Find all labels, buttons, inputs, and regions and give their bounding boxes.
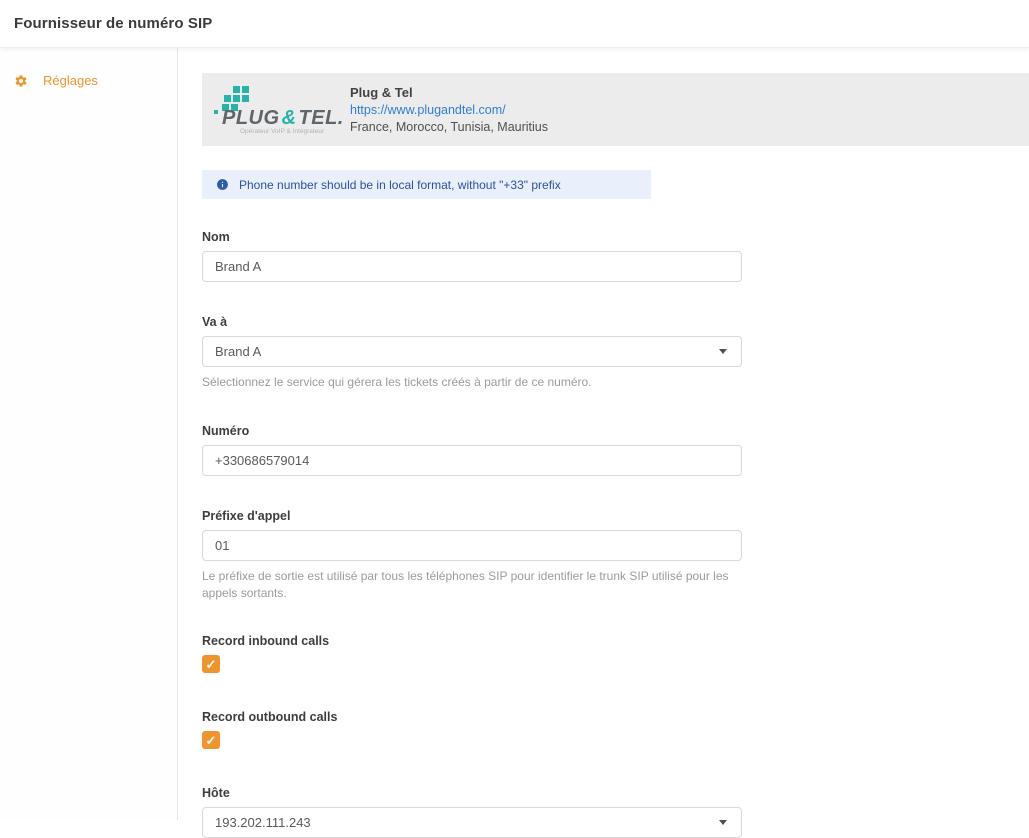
plug-and-tel-logo: PLUG&TEL. Opérateur VoIP & Intégrateur <box>210 82 342 138</box>
record-outbound-label: Record outbound calls <box>202 710 742 724</box>
logo-tagline: Opérateur VoIP & Intégrateur <box>240 128 325 135</box>
prefixe-helper-text: Le préfixe de sortie est utilisé par tou… <box>202 568 742 602</box>
field-hote: Hôte 193.202.111.243 <box>202 786 742 838</box>
hote-selected-value: 193.202.111.243 <box>215 815 311 830</box>
provider-url-link[interactable]: https://www.plugandtel.com/ <box>350 103 548 117</box>
prefixe-input[interactable] <box>202 530 742 561</box>
info-icon <box>216 178 229 191</box>
logo-text-tel: TEL. <box>299 107 342 129</box>
sidebar-item-label: Réglages <box>43 73 98 88</box>
provider-name: Plug & Tel <box>350 85 548 100</box>
record-inbound-label: Record inbound calls <box>202 634 742 648</box>
hote-label: Hôte <box>202 786 742 800</box>
chevron-down-icon <box>719 349 727 354</box>
info-alert: Phone number should be in local format, … <box>202 170 651 199</box>
va-a-label: Va à <box>202 315 742 329</box>
alert-text: Phone number should be in local format, … <box>239 178 561 192</box>
va-a-selected-value: Brand A <box>215 344 261 359</box>
nom-input[interactable] <box>202 251 742 282</box>
gear-icon <box>14 74 28 88</box>
body: Réglages <box>0 48 1029 820</box>
page-title: Fournisseur de numéro SIP <box>14 15 212 32</box>
provider-info: Plug & Tel https://www.plugandtel.com/ F… <box>350 85 548 134</box>
provider-countries: France, Morocco, Tunisia, Mauritius <box>350 120 548 134</box>
top-header-bar: Fournisseur de numéro SIP <box>0 0 1029 48</box>
settings-form: Nom Va à Brand A Sélectionnez le service… <box>202 230 742 838</box>
field-va-a: Va à Brand A Sélectionnez le service qui… <box>202 315 742 391</box>
main-content: PLUG&TEL. Opérateur VoIP & Intégrateur P… <box>178 48 1029 820</box>
logo-text-plug: PLUG <box>222 107 280 129</box>
record-outbound-checkbox[interactable]: ✓ <box>202 731 220 749</box>
field-nom: Nom <box>202 230 742 282</box>
record-inbound-checkbox[interactable]: ✓ <box>202 655 220 673</box>
field-prefixe: Préfixe d'appel Le préfixe de sortie est… <box>202 509 742 602</box>
sidebar-item-reglages[interactable]: Réglages <box>0 69 177 92</box>
va-a-select[interactable]: Brand A <box>202 336 742 367</box>
nom-label: Nom <box>202 230 742 244</box>
logo-text-amp: & <box>282 107 297 129</box>
provider-card: PLUG&TEL. Opérateur VoIP & Intégrateur P… <box>202 73 1029 146</box>
sidebar: Réglages <box>0 48 178 820</box>
hote-select[interactable]: 193.202.111.243 <box>202 807 742 838</box>
field-numero: Numéro <box>202 424 742 476</box>
numero-label: Numéro <box>202 424 742 438</box>
svg-text:PLUG&TEL.: PLUG&TEL. <box>222 107 342 129</box>
chevron-down-icon <box>719 820 727 825</box>
prefixe-label: Préfixe d'appel <box>202 509 742 523</box>
field-record-outbound: Record outbound calls ✓ <box>202 710 742 749</box>
page: Fournisseur de numéro SIP Réglages <box>0 0 1029 820</box>
numero-input[interactable] <box>202 445 742 476</box>
field-record-inbound: Record inbound calls ✓ <box>202 634 742 673</box>
va-a-helper-text: Sélectionnez le service qui gérera les t… <box>202 374 742 391</box>
